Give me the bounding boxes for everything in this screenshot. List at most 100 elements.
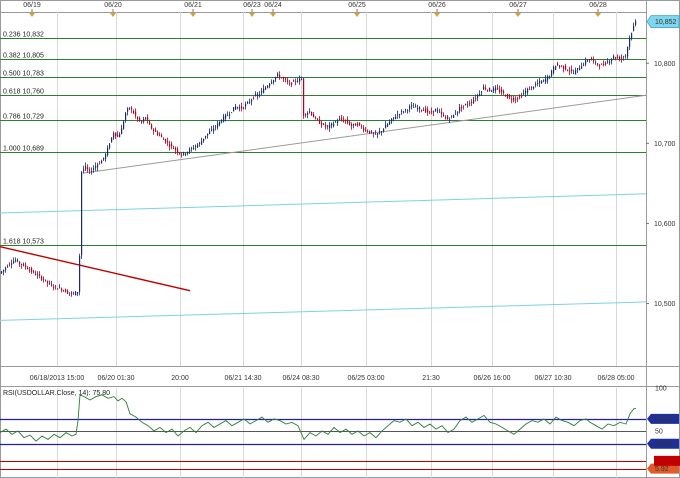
candle-body [459, 107, 461, 112]
candle-body [623, 56, 625, 58]
event-marker-icon[interactable] [354, 13, 360, 17]
candle-body [197, 144, 199, 148]
event-marker-icon[interactable] [595, 13, 601, 17]
candle-body [377, 133, 379, 135]
candle-body [83, 169, 85, 171]
candle-body [91, 171, 93, 173]
candle-body [69, 292, 71, 294]
candle-body [17, 260, 19, 262]
event-marker-icon[interactable] [270, 13, 276, 17]
candle-body [271, 82, 273, 84]
candle-body [63, 290, 65, 292]
fib-level-label: 1.618 10,573 [3, 239, 44, 246]
candle-body [399, 114, 401, 116]
candle-body [281, 77, 283, 79]
candle-body [317, 118, 319, 120]
candle-body [551, 70, 553, 76]
candle-body [157, 132, 159, 135]
candle-body [293, 80, 295, 82]
candle-body [589, 59, 591, 61]
candle-body [451, 115, 453, 117]
candle-body [107, 147, 109, 156]
candle-body [235, 106, 237, 110]
candle-body [373, 133, 375, 135]
candle-body [599, 65, 601, 67]
candle-body [273, 80, 275, 83]
event-marker-icon[interactable] [110, 13, 116, 17]
candle-body [229, 114, 231, 116]
candle-body [581, 66, 583, 69]
candle-body [53, 286, 55, 288]
candle-body [161, 135, 163, 137]
candle-body [131, 108, 133, 110]
top-date-label: 06/24 [264, 2, 282, 9]
top-date-label: 06/20 [104, 2, 122, 9]
candle-body [103, 157, 105, 160]
candle-body [223, 116, 225, 122]
event-marker-icon[interactable] [249, 13, 255, 17]
candle-body [515, 99, 517, 100]
candle-body [65, 289, 67, 293]
candle-body [7, 266, 9, 268]
fib-level-label: 0.786 10,729 [3, 114, 44, 121]
candle-body [579, 68, 581, 71]
top-date-label: 06/21 [184, 2, 202, 9]
candle-body [59, 287, 61, 289]
candle-body [527, 88, 529, 93]
trendline[interactable] [0, 245, 191, 292]
trendline[interactable] [0, 193, 647, 214]
x-tick-label: 20:00 [171, 375, 189, 382]
candle-body [539, 81, 541, 84]
candle-body [353, 123, 355, 125]
candle-body [247, 102, 249, 104]
candle-body [471, 102, 473, 103]
candle-body [245, 104, 247, 107]
candle-body [193, 148, 195, 149]
candle-body [177, 149, 179, 153]
candle-body [443, 115, 445, 117]
candle-body [215, 126, 217, 128]
trendline[interactable] [83, 94, 647, 174]
candle-body [211, 129, 213, 131]
top-date-label: 06/19 [23, 2, 41, 9]
candle-body [445, 117, 447, 119]
candle-body [621, 57, 623, 59]
candle-body [473, 99, 475, 103]
rsi-tick-label: 35.00 [655, 441, 673, 448]
candle-body [435, 108, 437, 112]
candle-body [45, 279, 47, 281]
candle-body [171, 143, 173, 146]
candle-body [189, 149, 191, 152]
rsi-line[interactable] [0, 394, 637, 442]
candle-body [139, 117, 141, 121]
event-marker-icon[interactable] [190, 13, 196, 17]
candle-body [209, 131, 211, 134]
candle-body [395, 116, 397, 119]
candle-body [9, 264, 11, 266]
candle-body [109, 144, 111, 148]
trendline[interactable] [0, 301, 647, 321]
candle-body [409, 106, 411, 109]
candle-body [327, 125, 329, 127]
candle-body [1, 271, 3, 274]
candle-body [597, 63, 599, 65]
candle-body [333, 123, 335, 127]
candle-body [121, 128, 123, 135]
candle-body [205, 135, 207, 138]
candle-body [133, 110, 135, 114]
candle-body [303, 78, 305, 116]
candle-body [217, 123, 219, 128]
candle-body [463, 105, 465, 107]
price-chart[interactable]: 06/19 06/20 06/21 06/23 06/24 06/25 06/26 06/27… [0, 0, 680, 478]
candle-body [347, 119, 349, 123]
event-marker-icon[interactable] [29, 13, 35, 17]
candle-body [453, 115, 455, 118]
candle-body [75, 291, 77, 296]
candle-body [255, 94, 257, 96]
candle-body [15, 260, 17, 262]
event-marker-icon[interactable] [434, 13, 440, 17]
candle-body [251, 99, 253, 102]
candle-body [21, 263, 23, 266]
event-marker-icon[interactable] [515, 13, 521, 17]
candle-body [203, 138, 205, 142]
